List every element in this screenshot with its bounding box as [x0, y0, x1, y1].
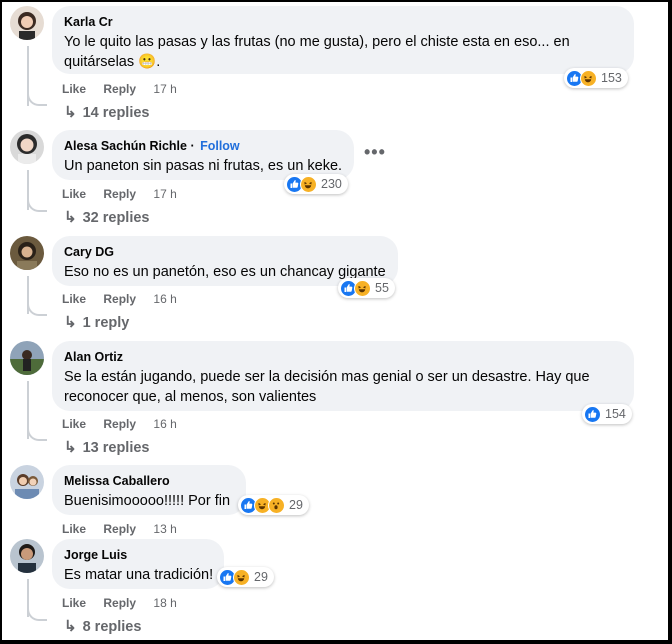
reply-button[interactable]: Reply: [103, 292, 136, 306]
reply-button[interactable]: Reply: [103, 82, 136, 96]
like-button[interactable]: Like: [62, 596, 86, 610]
like-button[interactable]: Like: [62, 292, 86, 306]
comment-actions: Like Reply 18 h: [62, 596, 191, 610]
timestamp[interactable]: 17 h: [153, 187, 176, 201]
comment-author[interactable]: Alan Ortiz: [64, 349, 622, 365]
like-button[interactable]: Like: [62, 82, 86, 96]
comment-actions: Like Reply 17 h: [62, 82, 191, 96]
comment-bubble: Alan Ortiz Se la están jugando, puede se…: [52, 341, 634, 411]
comment-actions: Like Reply 16 h: [62, 417, 191, 431]
avatar[interactable]: [10, 465, 44, 499]
comment-text: Buenisimooooo!!!!! Por fin: [64, 493, 231, 509]
reply-arrow-icon: ↳: [64, 618, 77, 635]
comment-text: quitárselas 😬.: [64, 54, 161, 70]
comment-actions: Like Reply 16 h: [62, 292, 191, 306]
avatar[interactable]: [10, 539, 44, 573]
comment-bubble: Alesa Sachún Richle · Follow Un paneton …: [52, 130, 354, 180]
thread-connector: [27, 92, 47, 106]
comment-author[interactable]: Melissa Caballero: [64, 473, 234, 489]
reaction-summary[interactable]: 29: [217, 567, 274, 587]
follow-button[interactable]: Follow: [200, 139, 240, 153]
haha-icon: [580, 69, 597, 87]
replies-count: 32 replies: [82, 210, 150, 226]
thread-connector: [27, 198, 47, 212]
comment-text: Eso no es un panetón, eso es un chancay …: [64, 264, 386, 280]
reaction-count: 29: [289, 498, 303, 512]
reaction-count: 55: [375, 281, 389, 295]
haha-icon: [354, 279, 371, 297]
author-name[interactable]: Alesa Sachún Richle: [64, 139, 187, 153]
reply-button[interactable]: Reply: [103, 187, 136, 201]
view-replies-link[interactable]: ↳ 13 replies: [64, 438, 150, 456]
timestamp[interactable]: 16 h: [153, 292, 176, 306]
timestamp[interactable]: 13 h: [153, 522, 176, 536]
reaction-count: 154: [605, 407, 626, 421]
replies-count: 1 reply: [82, 315, 130, 331]
reply-arrow-icon: ↳: [64, 104, 77, 121]
avatar[interactable]: [10, 6, 44, 40]
view-replies-link[interactable]: ↳ 1 reply: [64, 313, 129, 331]
replies-count: 13 replies: [82, 440, 150, 456]
reaction-count: 230: [321, 177, 342, 191]
comment-author[interactable]: Karla Cr: [64, 14, 622, 30]
reply-button[interactable]: Reply: [103, 417, 136, 431]
reply-button[interactable]: Reply: [103, 596, 136, 610]
reply-arrow-icon: ↳: [64, 439, 77, 456]
reaction-summary[interactable]: 55: [338, 278, 395, 298]
more-options-icon[interactable]: •••: [364, 142, 386, 163]
comments-panel: Karla Cr Yo le quito las pasas y las fru…: [2, 2, 668, 640]
like-icon: [584, 405, 601, 423]
thread-connector: [27, 302, 47, 316]
comment-actions: Like Reply 13 h: [62, 522, 191, 536]
haha-icon: [300, 175, 317, 193]
timestamp[interactable]: 18 h: [153, 596, 176, 610]
reaction-count: 153: [601, 71, 622, 85]
comment-text: Se la están jugando, puede ser la decisi…: [64, 369, 590, 385]
view-replies-link[interactable]: ↳ 14 replies: [64, 103, 150, 121]
reply-arrow-icon: ↳: [64, 209, 77, 226]
haha-icon: [233, 568, 250, 586]
reaction-summary[interactable]: 154: [582, 404, 632, 424]
comment-text: Un paneton sin pasas ni frutas, es un ke…: [64, 158, 343, 174]
comment-bubble: Jorge Luis Es matar una tradición!: [52, 539, 224, 589]
avatar[interactable]: [10, 341, 44, 375]
reply-button[interactable]: Reply: [103, 522, 136, 536]
wow-icon: [268, 496, 285, 514]
comment-bubble: Karla Cr Yo le quito las pasas y las fru…: [52, 6, 634, 74]
comment-text: reconocer que, al menos, son valientes: [64, 389, 317, 405]
comment-author[interactable]: Cary DG: [64, 244, 386, 260]
comment-author[interactable]: Jorge Luis: [64, 547, 212, 563]
like-button[interactable]: Like: [62, 522, 86, 536]
like-button[interactable]: Like: [62, 417, 86, 431]
comment-author: Alesa Sachún Richle · Follow: [64, 139, 240, 153]
view-replies-link[interactable]: ↳ 8 replies: [64, 617, 141, 635]
thread-connector: [27, 607, 47, 621]
view-replies-link[interactable]: ↳ 32 replies: [64, 208, 150, 226]
thread-connector: [27, 427, 47, 441]
reaction-count: 29: [254, 570, 268, 584]
comment-actions: Like Reply 17 h: [62, 187, 191, 201]
replies-count: 8 replies: [82, 619, 142, 635]
reaction-summary[interactable]: 153: [564, 68, 628, 88]
comment-bubble: Melissa Caballero Buenisimooooo!!!!! Por…: [52, 465, 246, 515]
avatar[interactable]: [10, 236, 44, 270]
comment-text: Yo le quito las pasas y las frutas (no m…: [64, 34, 570, 50]
avatar[interactable]: [10, 130, 44, 164]
reaction-summary[interactable]: 29: [238, 495, 309, 515]
replies-count: 14 replies: [82, 105, 150, 121]
reply-arrow-icon: ↳: [64, 314, 77, 331]
like-button[interactable]: Like: [62, 187, 86, 201]
comment-text: Es matar una tradición!: [64, 567, 214, 583]
reaction-summary[interactable]: 230: [284, 174, 348, 194]
timestamp[interactable]: 16 h: [153, 417, 176, 431]
timestamp[interactable]: 17 h: [153, 82, 176, 96]
